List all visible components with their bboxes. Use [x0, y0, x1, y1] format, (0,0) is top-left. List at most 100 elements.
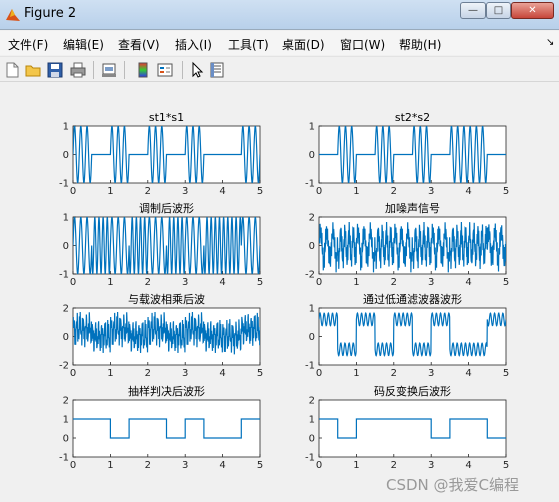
x-tick-label: 0 [316, 277, 322, 288]
colorbar-icon[interactable] [134, 61, 152, 79]
menu-item-4[interactable]: 工具(T) [228, 36, 269, 53]
y-tick-label: 2 [309, 213, 315, 224]
menu-overflow-icon[interactable]: ↘ [546, 37, 554, 48]
subplot-title: 码反变换后波形 [374, 384, 451, 398]
close-button[interactable]: ✕ [511, 2, 554, 19]
x-tick-label: 3 [428, 277, 434, 288]
x-tick-label: 3 [428, 368, 434, 379]
title-bar[interactable]: Figure 2 — □ ✕ [0, 0, 559, 30]
toolbar-separator [182, 61, 183, 79]
figure-toolbar [0, 56, 559, 82]
y-tick-label: 0 [63, 241, 69, 252]
y-tick-label: 1 [63, 415, 69, 426]
subplot-title: st1*s1 [149, 111, 184, 124]
x-tick-label: 4 [219, 186, 225, 197]
y-tick-label: 2 [309, 396, 315, 407]
x-tick-label: 4 [219, 368, 225, 379]
x-tick-label: 0 [70, 186, 76, 197]
subplot-title: 加噪声信号 [385, 201, 440, 215]
subplot-6: 0 1 2 3 4 5-101通过低通滤波器波形 [305, 293, 509, 379]
print-icon[interactable] [69, 61, 87, 79]
y-tick-label: -1 [59, 270, 69, 281]
print-preview-icon[interactable] [100, 61, 118, 79]
x-tick-label: 5 [503, 277, 509, 288]
subplot-2: 0 1 2 3 4 5-101st2*s2 [305, 111, 509, 197]
y-tick-label: -1 [59, 453, 69, 464]
y-tick-label: -2 [59, 361, 69, 372]
y-tick-label: 1 [309, 304, 315, 315]
y-tick-label: -1 [305, 453, 315, 464]
x-tick-label: 2 [391, 460, 397, 471]
x-tick-label: 0 [70, 368, 76, 379]
subplot-8: 0 1 2 3 4 5-1012码反变换后波形 [305, 384, 509, 471]
menu-item-3[interactable]: 插入(I) [175, 36, 212, 53]
minimize-icon: — [468, 5, 478, 16]
y-tick-label: 2 [63, 396, 69, 407]
figure-canvas[interactable]: 0 1 2 3 4 5 -1 0 1 st1*s1 0 1 2 3 4 5 -1 0 1 st2*s2 0 1 2 3 4 5 -1… [0, 83, 559, 502]
toolbar-separator [93, 61, 94, 79]
y-tick-label: 0 [309, 150, 315, 161]
x-tick-label: 4 [465, 277, 471, 288]
subplot-title: 抽样判决后波形 [128, 384, 205, 398]
subplot-title: 与载波相乘后波 [128, 293, 205, 306]
x-tick-label: 3 [182, 277, 188, 288]
new-file-icon[interactable] [3, 61, 21, 79]
subplot-4: 0 1 2 3 4 5-202加噪声信号 [305, 201, 509, 288]
y-tick-label: 0 [309, 332, 315, 343]
property-editor-icon[interactable] [208, 61, 226, 79]
maximize-button[interactable]: □ [486, 2, 511, 19]
x-tick-label: 0 [316, 186, 322, 197]
x-tick-label: 3 [428, 186, 434, 197]
subplot-title: 调制后波形 [139, 202, 194, 215]
y-tick-label: 0 [63, 150, 69, 161]
open-folder-icon[interactable] [24, 61, 42, 79]
insert-legend-icon[interactable] [156, 61, 174, 79]
x-tick-label: 0 [316, 368, 322, 379]
subplot-5: 0 1 2 3 4 5-202与载波相乘后波 [59, 293, 263, 379]
x-tick-label: 5 [503, 460, 509, 471]
x-tick-label: 0 [70, 277, 76, 288]
y-tick-label: 0 [309, 434, 315, 445]
x-tick-label: 4 [219, 460, 225, 471]
x-tick-label: 3 [182, 368, 188, 379]
minimize-button[interactable]: — [460, 2, 486, 19]
y-tick-label: -2 [305, 270, 315, 281]
y-tick-label: 0 [63, 434, 69, 445]
x-tick-label: 5 [257, 186, 263, 197]
subplot-title: 通过低通滤波器波形 [363, 293, 462, 306]
y-tick-label: 2 [63, 304, 69, 315]
x-tick-label: 5 [257, 277, 263, 288]
menu-item-6[interactable]: 窗口(W) [340, 36, 385, 53]
x-tick-label: 2 [391, 277, 397, 288]
y-tick-label: 1 [309, 122, 315, 133]
y-tick-label: -1 [305, 179, 315, 190]
x-tick-label: 2 [391, 186, 397, 197]
x-tick-label: 1 [353, 277, 359, 288]
y-tick-label: 1 [63, 213, 69, 224]
y-tick-label: 0 [63, 332, 69, 343]
menu-item-5[interactable]: 桌面(D) [282, 36, 325, 53]
x-tick-label: 3 [428, 460, 434, 471]
x-tick-label: 1 [107, 186, 113, 197]
y-tick-label: -1 [59, 179, 69, 190]
menu-item-7[interactable]: 帮助(H) [399, 36, 441, 53]
x-tick-label: 5 [257, 368, 263, 379]
menu-item-1[interactable]: 编辑(E) [63, 36, 104, 53]
subplot-grid: 0 1 2 3 4 5-101st1*s10 1 2 3 4 5-101st2*s20 1 2 3 4 5-1… [59, 111, 509, 471]
y-tick-label: 0 [309, 241, 315, 252]
menu-item-0[interactable]: 文件(F) [8, 36, 48, 53]
matlab-figure-icon [6, 9, 20, 21]
x-tick-label: 4 [465, 460, 471, 471]
x-tick-label: 1 [353, 368, 359, 379]
close-icon: ✕ [528, 5, 537, 16]
x-tick-label: 1 [107, 277, 113, 288]
x-tick-label: 4 [465, 186, 471, 197]
menu-item-2[interactable]: 查看(V) [118, 36, 160, 53]
pointer-icon[interactable] [188, 61, 206, 79]
x-tick-label: 1 [107, 460, 113, 471]
x-tick-label: 2 [391, 368, 397, 379]
figure-window: Figure 2 — □ ✕ ↘ 文件(F) 编辑(E) 查看(V) 插入(I) 工具(… [0, 0, 559, 502]
x-tick-label: 1 [107, 368, 113, 379]
x-tick-label: 5 [503, 186, 509, 197]
save-icon[interactable] [46, 61, 64, 79]
